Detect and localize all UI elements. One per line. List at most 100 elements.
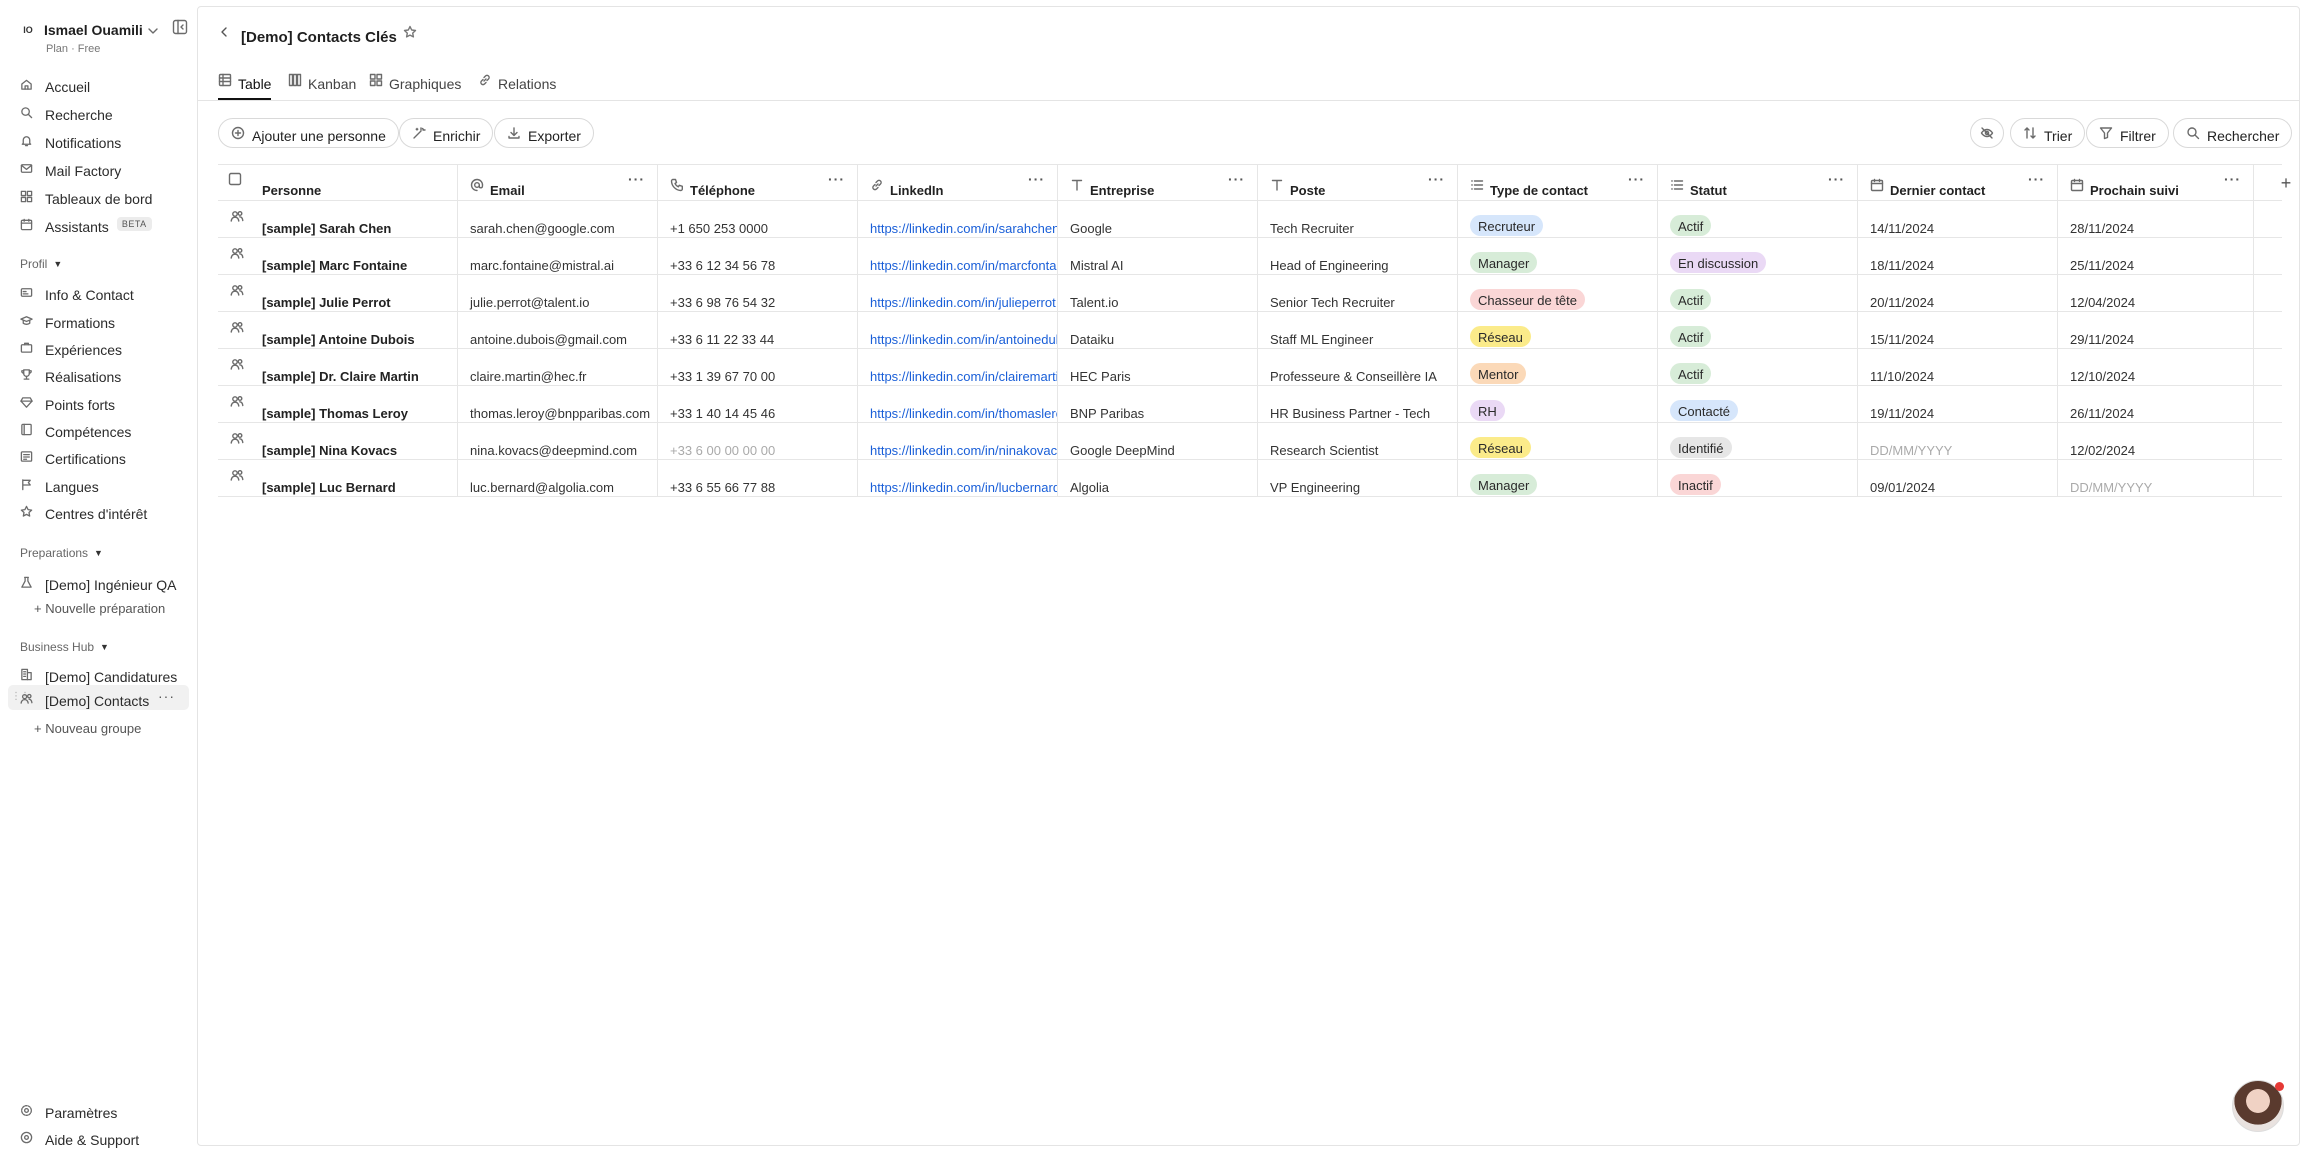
cell-status[interactable]: Contacté — [1658, 386, 1858, 422]
cell-next[interactable]: 25/11/2024 — [2058, 238, 2254, 274]
cell-company[interactable]: Google DeepMind — [1058, 423, 1258, 459]
nav-demo-contacts[interactable]: [Demo] Contacts — [20, 688, 149, 709]
linkedin-link[interactable]: https://linkedin.com/in/lucbernard — [870, 480, 1057, 495]
nav-competences[interactable]: Compétences — [20, 419, 131, 440]
column-header-statut[interactable]: Statut ··· — [1658, 165, 1858, 200]
cell-last[interactable]: DD/MM/YYYY — [1858, 423, 2058, 459]
cell-role[interactable]: HR Business Partner - Tech — [1258, 386, 1458, 422]
cell-status[interactable]: Inactif — [1658, 460, 1858, 496]
cell-status[interactable]: Actif — [1658, 349, 1858, 385]
cell-phone[interactable]: +33 6 98 76 54 32 — [658, 275, 858, 311]
nav-formations[interactable]: Formations — [20, 310, 115, 331]
column-header-telephone[interactable]: Téléphone ··· — [658, 165, 858, 200]
cell-phone[interactable]: +33 6 11 22 33 44 — [658, 312, 858, 348]
cell-status[interactable]: En discussion — [1658, 238, 1858, 274]
cell-phone[interactable]: +1 650 253 0000 — [658, 201, 858, 237]
nav-recherche[interactable]: Recherche — [20, 102, 113, 123]
cell-status[interactable]: Identifié — [1658, 423, 1858, 459]
cell-role[interactable]: Senior Tech Recruiter — [1258, 275, 1458, 311]
cell-company[interactable]: BNP Paribas — [1058, 386, 1258, 422]
cell-email[interactable]: thomas.leroy@bnpparibas.com — [458, 386, 658, 422]
cell-linkedin[interactable]: https://linkedin.com/in/marcfontaine — [858, 238, 1058, 274]
column-header-prochain-suivi[interactable]: Prochain suivi ··· — [2058, 165, 2254, 200]
column-header-personne[interactable]: Personne — [218, 165, 458, 200]
cell-type[interactable]: RH — [1458, 386, 1658, 422]
cell-next[interactable]: 28/11/2024 — [2058, 201, 2254, 237]
hide-fields-button[interactable] — [1970, 118, 2004, 148]
column-header-entreprise[interactable]: Entreprise ··· — [1058, 165, 1258, 200]
nav-certifications[interactable]: Certifications — [20, 446, 126, 467]
cell-next[interactable]: 12/02/2024 — [2058, 423, 2254, 459]
nav-realisations[interactable]: Réalisations — [20, 364, 121, 385]
cell-status[interactable]: Actif — [1658, 201, 1858, 237]
cell-email[interactable]: antoine.dubois@gmail.com — [458, 312, 658, 348]
cell-type[interactable]: Mentor — [1458, 349, 1658, 385]
nav-langues[interactable]: Langues — [20, 474, 99, 495]
nav-assistants[interactable]: Assistants BETA — [20, 214, 152, 235]
cell-linkedin[interactable]: https://linkedin.com/in/ninakovacs — [858, 423, 1058, 459]
linkedin-link[interactable]: https://linkedin.com/in/thomasleroy — [870, 406, 1057, 421]
cell-email[interactable]: marc.fontaine@mistral.ai — [458, 238, 658, 274]
cell-name[interactable]: [sample] Julie Perrot — [218, 275, 458, 311]
select-all-checkbox-icon[interactable] — [228, 172, 242, 186]
cell-linkedin[interactable]: https://linkedin.com/in/lucbernard — [858, 460, 1058, 496]
add-person-button[interactable]: Ajouter une personne — [218, 118, 399, 148]
cell-role[interactable]: Head of Engineering — [1258, 238, 1458, 274]
cell-last[interactable]: 20/11/2024 — [1858, 275, 2058, 311]
tab-table[interactable]: Table — [218, 69, 271, 92]
cell-name[interactable]: [sample] Nina Kovacs — [218, 423, 458, 459]
cell-last[interactable]: 18/11/2024 — [1858, 238, 2058, 274]
section-preparations[interactable]: Preparations ▼ — [20, 546, 103, 560]
cell-linkedin[interactable]: https://linkedin.com/in/julieperrot — [858, 275, 1058, 311]
nav-points-forts[interactable]: Points forts — [20, 392, 115, 413]
linkedin-link[interactable]: https://linkedin.com/in/clairemartin — [870, 369, 1057, 384]
enrich-button[interactable]: Enrichir — [399, 118, 494, 148]
cell-type[interactable]: Manager — [1458, 238, 1658, 274]
cell-role[interactable]: Staff ML Engineer — [1258, 312, 1458, 348]
table-row[interactable]: [sample] Marc Fontaine marc.fontaine@mist… — [218, 238, 2282, 275]
workspace-switcher[interactable]: IO Ismael Ouamili — [18, 20, 143, 40]
cell-company[interactable]: HEC Paris — [1058, 349, 1258, 385]
column-menu-icon[interactable]: ··· — [1228, 171, 1245, 187]
column-header-poste[interactable]: Poste ··· — [1258, 165, 1458, 200]
cell-company[interactable]: Google — [1058, 201, 1258, 237]
column-menu-icon[interactable]: ··· — [1028, 171, 1045, 187]
table-row[interactable]: [sample] Dr. Claire Martin claire.martin@… — [218, 349, 2282, 386]
cell-name[interactable]: [sample] Marc Fontaine — [218, 238, 458, 274]
cell-next[interactable]: 26/11/2024 — [2058, 386, 2254, 422]
cell-type[interactable]: Réseau — [1458, 312, 1658, 348]
cell-phone[interactable]: +33 6 55 66 77 88 — [658, 460, 858, 496]
cell-name[interactable]: [sample] Sarah Chen — [218, 201, 458, 237]
cell-role[interactable]: Professeure & Conseillère IA — [1258, 349, 1458, 385]
nav-help[interactable]: Aide & Support — [20, 1127, 139, 1148]
nav-tableaux-de-bord[interactable]: Tableaux de bord — [20, 186, 152, 207]
column-menu-icon[interactable]: ··· — [1828, 171, 1845, 187]
tab-kanban[interactable]: Kanban — [288, 69, 356, 92]
section-profil[interactable]: Profil ▼ — [20, 257, 62, 271]
cell-phone[interactable]: +33 6 12 34 56 78 — [658, 238, 858, 274]
column-menu-icon[interactable]: ··· — [828, 171, 845, 187]
nav-demo-candidatures[interactable]: [Demo] Candidatures — [20, 664, 177, 685]
cell-linkedin[interactable]: https://linkedin.com/in/sarahchen — [858, 201, 1058, 237]
cell-next[interactable]: 29/11/2024 — [2058, 312, 2254, 348]
cell-name[interactable]: [sample] Luc Bernard — [218, 460, 458, 496]
cell-type[interactable]: Recruteur — [1458, 201, 1658, 237]
cell-role[interactable]: Research Scientist — [1258, 423, 1458, 459]
nav-centres-d-interet[interactable]: Centres d'intérêt — [20, 501, 147, 522]
column-menu-icon[interactable]: ··· — [1628, 171, 1645, 187]
table-row[interactable]: [sample] Antoine Dubois antoine.dubois@gm… — [218, 312, 2282, 349]
linkedin-link[interactable]: https://linkedin.com/in/sarahchen — [870, 221, 1057, 236]
cell-linkedin[interactable]: https://linkedin.com/in/thomasleroy — [858, 386, 1058, 422]
nav-experiences[interactable]: Expériences — [20, 337, 122, 358]
sort-button[interactable]: Trier — [2010, 118, 2086, 148]
table-row[interactable]: [sample] Thomas Leroy thomas.leroy@bnppar… — [218, 386, 2282, 423]
chevron-down-icon[interactable] — [146, 24, 160, 38]
table-row[interactable]: [sample] Luc Bernard luc.bernard@algolia.… — [218, 460, 2282, 497]
tab-graphiques[interactable]: Graphiques — [369, 69, 461, 92]
new-group-link[interactable]: + Nouveau groupe — [34, 721, 141, 736]
cell-type[interactable]: Chasseur de tête — [1458, 275, 1658, 311]
section-business-hub[interactable]: Business Hub ▼ — [20, 640, 109, 654]
cell-email[interactable]: sarah.chen@google.com — [458, 201, 658, 237]
table-row[interactable]: [sample] Julie Perrot julie.perrot@talent… — [218, 275, 2282, 312]
cell-company[interactable]: Mistral AI — [1058, 238, 1258, 274]
